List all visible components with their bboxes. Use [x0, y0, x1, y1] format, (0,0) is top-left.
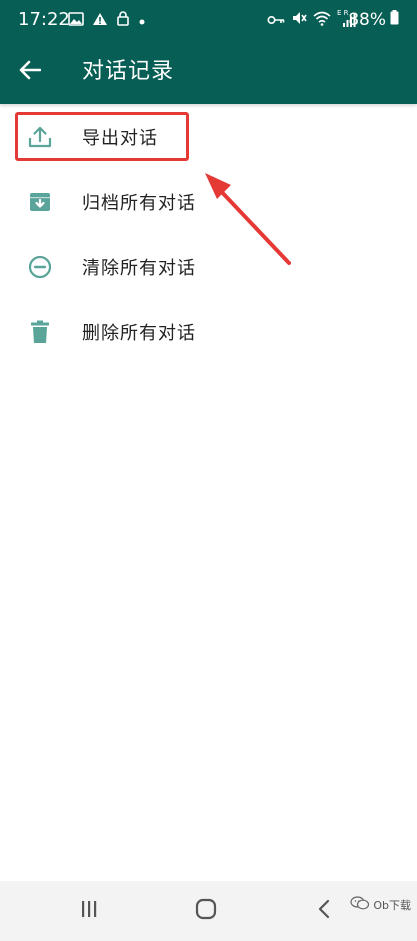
battery-icon — [390, 8, 399, 32]
menu-item-label: 删除所有对话 — [82, 322, 196, 344]
arrow-left-icon — [19, 60, 42, 84]
recent-apps-button[interactable] — [74, 897, 104, 925]
menu-item-label: 清除所有对话 — [82, 257, 196, 279]
mute-icon — [291, 10, 307, 30]
lock-icon — [116, 10, 130, 30]
page-title: 对话记录 — [82, 59, 175, 84]
status-time: 17:22 — [18, 9, 70, 30]
menu-item-label: 归档所有对话 — [82, 192, 196, 214]
wifi-icon — [313, 11, 331, 30]
back-button[interactable] — [14, 56, 46, 88]
key-icon — [267, 11, 285, 30]
delete-all-chats-item[interactable]: 删除所有对话 — [0, 299, 417, 364]
status-left-icons — [68, 10, 146, 30]
trash-icon — [24, 316, 56, 348]
home-button[interactable] — [191, 897, 221, 925]
watermark: Ob下载 — [350, 896, 411, 913]
image-icon — [68, 11, 84, 30]
home-icon — [195, 898, 217, 924]
status-bar: 17:22 E R 88% — [0, 0, 417, 40]
wechat-icon — [350, 896, 370, 913]
minus-circle-icon — [24, 251, 56, 283]
recent-apps-icon — [79, 899, 99, 923]
archive-icon — [24, 186, 56, 218]
battery-percent: 88% — [348, 10, 386, 30]
dot-icon — [138, 11, 146, 30]
nav-back-button[interactable] — [309, 897, 339, 925]
annotation-arrow-icon — [205, 173, 291, 265]
alert-icon — [92, 11, 108, 30]
watermark-text: Ob下载 — [373, 898, 411, 912]
battery-status: 88% — [348, 8, 399, 32]
back-icon — [317, 898, 331, 924]
app-bar: 对话记录 — [0, 40, 417, 104]
annotation-highlight-box — [15, 112, 189, 161]
status-right-icons: E R — [267, 9, 357, 30]
